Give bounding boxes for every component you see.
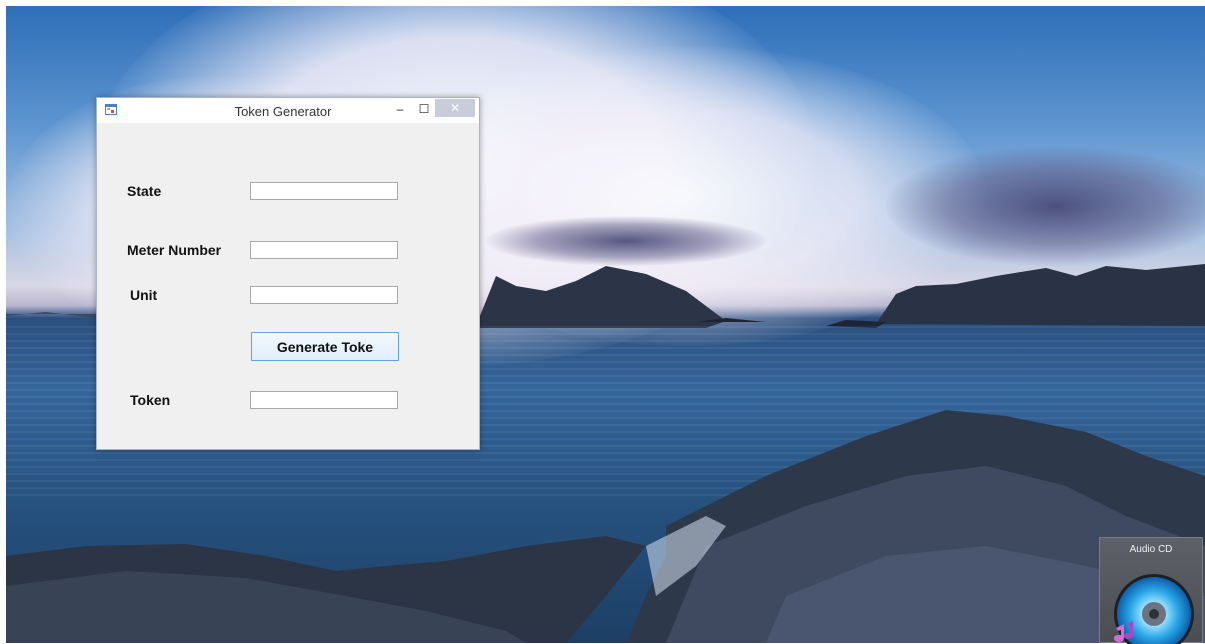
unit-label: Unit: [130, 287, 158, 303]
state-label: State: [127, 183, 162, 199]
generate-token-button[interactable]: Generate Toke: [251, 332, 399, 361]
meter-number-input[interactable]: [250, 241, 398, 259]
window-content: State Meter Number Unit Generate Toke To…: [97, 123, 479, 449]
token-label: Token: [130, 392, 171, 408]
minimize-button[interactable]: –: [389, 99, 411, 118]
close-button[interactable]: ✕: [435, 99, 475, 117]
audio-cd-label: Audio CD: [1129, 544, 1173, 555]
token-output[interactable]: [250, 391, 398, 409]
unit-input[interactable]: [250, 286, 398, 304]
state-input[interactable]: [250, 182, 398, 200]
meter-number-label: Meter Number: [127, 242, 222, 258]
audio-cd-tile[interactable]: Audio CD: [1099, 537, 1203, 644]
audio-cd-icon: [1114, 574, 1194, 644]
window-titlebar[interactable]: Token Generator – ☐ ✕: [97, 98, 479, 123]
maximize-button[interactable]: ☐: [413, 99, 435, 118]
token-generator-window: Token Generator – ☐ ✕ State Meter Number…: [96, 97, 480, 450]
